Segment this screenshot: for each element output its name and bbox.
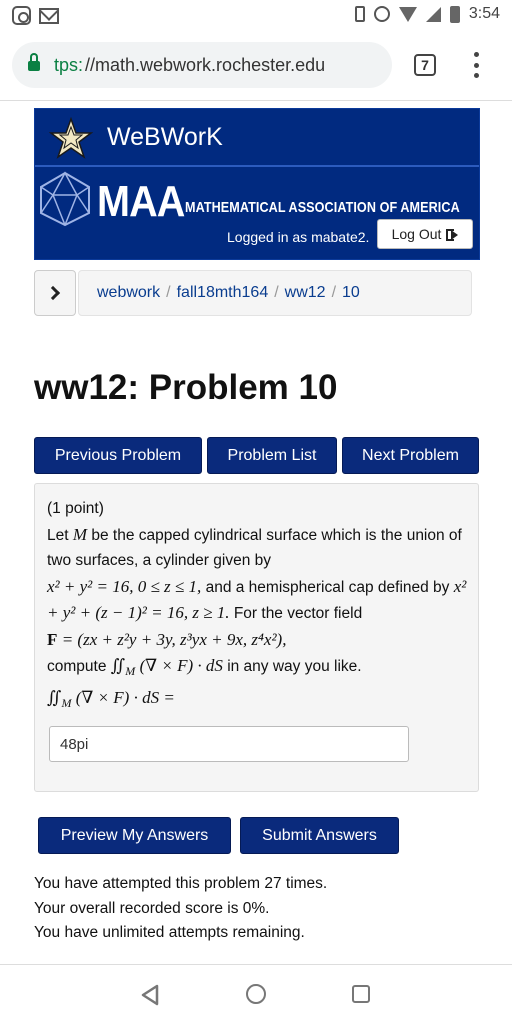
problem-text: Let [47,526,69,544]
webwork-bar: WeBWorK [35,109,479,167]
logged-in-status: Logged in as mabate2. [227,229,370,245]
wifi-icon [398,6,417,22]
browser-toolbar: tps://math.webwork.rochester.edu 7 [0,38,512,96]
math-var: M [72,524,88,544]
signal-icon [425,6,441,22]
preview-answers-button[interactable]: Preview My Answers [38,817,231,854]
recents-icon[interactable] [352,985,370,1003]
app-name: WeBWorK [107,123,223,151]
page-title: ww12: Problem 10 [34,368,338,407]
maa-logo-icon [40,171,90,227]
breadcrumb-course[interactable]: fall18mth164 [177,284,269,302]
answer-label: (∇ × F) · dS = [75,687,175,707]
sign-out-icon [446,229,459,241]
url-scheme: tps: [54,54,84,75]
next-problem-button[interactable]: Next Problem [342,437,479,474]
problem-text: compute [47,658,107,675]
previous-problem-button[interactable]: Previous Problem [34,437,202,474]
logout-button[interactable]: Log Out [377,219,473,249]
field-definition: = (zx + z²y + 3y, z³yx + 9x, z⁴x²), [61,629,287,649]
breadcrumb-webwork[interactable]: webwork [97,284,160,302]
alarm-icon [373,6,390,22]
lock-icon [28,53,40,74]
breadcrumb-problem[interactable]: 10 [342,284,360,302]
cylinder-equation: x² + y² = 16, 0 ≤ z ≤ 1, [47,576,202,596]
submit-answers-button[interactable]: Submit Answers [240,817,399,854]
recorded-score: Your overall recorded score is 0%. [34,899,270,917]
breadcrumb-set[interactable]: ww12 [285,284,326,302]
field-symbol: F [47,629,58,649]
attempts-remaining: You have unlimited attempts remaining. [34,924,305,941]
attempt-count: You have attempted this problem 27 times… [34,875,328,892]
problem-text: be the capped cylindrical surface which … [47,526,462,570]
problem-text: and a hemispherical cap defined by [205,578,450,596]
instagram-icon [12,6,31,25]
toolbar-divider [0,100,512,101]
problem-points: (1 point) [47,500,104,517]
maa-wordmark: MAA [97,177,185,226]
breadcrumb-separator: / [274,284,279,301]
site-header: WeBWorK MAA MATHEMATICAL ASSOCIATION OF … [34,108,480,260]
integral-sign: ∬ [47,687,62,707]
chevron-right-icon [45,285,61,301]
system-icons: 3:54 [354,5,500,23]
logout-label: Log Out [391,226,442,242]
problem-list-button[interactable]: Problem List [207,437,337,474]
status-bar: 3:54 [0,0,512,32]
attempt-summary: You have attempted this problem 27 times… [34,872,327,946]
integral-subscript: M [61,695,72,710]
integral-expression: (∇ × F) · dS [139,656,223,675]
notification-icons [12,6,59,25]
problem-panel: (1 point) Let M be the capped cylindrica… [34,483,479,792]
breadcrumb: webwork / fall18mth164 / ww12 / 10 [78,270,472,316]
problem-text: For the vector field [233,605,363,622]
problem-statement: (1 point) Let M be the capped cylindrica… [47,496,471,716]
problem-text: in any way you like. [227,658,362,675]
webwork-logo-icon [49,117,93,159]
tab-switcher-button[interactable]: 7 [414,54,436,76]
answer-input[interactable] [49,726,409,762]
sidebar-toggle-button[interactable] [34,270,76,316]
gmail-icon [39,8,59,24]
integral-sign: ∬ [110,656,126,675]
android-navigation-bar [0,965,512,1024]
breadcrumb-separator: / [166,284,171,301]
clock: 3:54 [468,5,500,22]
url-bar[interactable]: tps://math.webwork.rochester.edu [12,42,392,88]
overflow-menu-icon[interactable] [474,52,480,78]
breadcrumb-separator: / [331,284,337,301]
back-icon[interactable] [140,984,160,1006]
battery-icon [449,5,460,23]
maa-full-name: MATHEMATICAL ASSOCIATION OF AMERICA [185,199,460,216]
home-icon[interactable] [246,984,266,1004]
vibrate-icon [354,6,365,22]
url-host: //math.webwork.rochester.edu [85,54,326,75]
integral-subscript: M [125,664,136,679]
